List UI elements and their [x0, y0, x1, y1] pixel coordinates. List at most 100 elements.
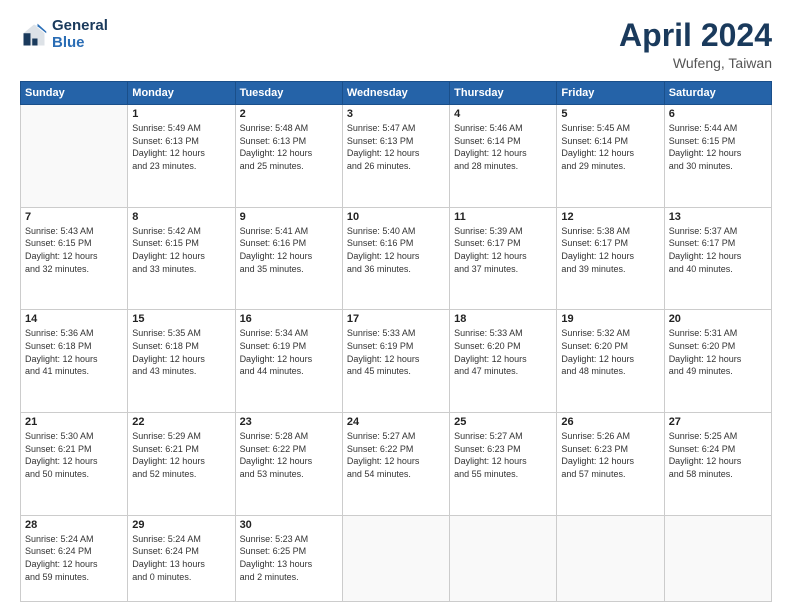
day-number: 4: [454, 108, 552, 120]
calendar-cell: 22 Sunrise: 5:29 AM Sunset: 6:21 PM Dayli…: [128, 413, 235, 516]
day-info: Sunrise: 5:25 AM Sunset: 6:24 PM Dayligh…: [669, 430, 767, 480]
day-info: Sunrise: 5:37 AM Sunset: 6:17 PM Dayligh…: [669, 225, 767, 275]
day-number: 20: [669, 313, 767, 325]
calendar-cell: 18 Sunrise: 5:33 AM Sunset: 6:20 PM Dayli…: [450, 310, 557, 413]
day-number: 10: [347, 211, 445, 223]
day-number: 26: [561, 416, 659, 428]
day-info: Sunrise: 5:36 AM Sunset: 6:18 PM Dayligh…: [25, 327, 123, 377]
day-number: 24: [347, 416, 445, 428]
day-info: Sunrise: 5:43 AM Sunset: 6:15 PM Dayligh…: [25, 225, 123, 275]
month-title: April 2024: [619, 18, 772, 53]
calendar-cell: 1 Sunrise: 5:49 AM Sunset: 6:13 PM Daylig…: [128, 105, 235, 208]
calendar-cell: 25 Sunrise: 5:27 AM Sunset: 6:23 PM Dayli…: [450, 413, 557, 516]
logo-icon: [20, 21, 48, 49]
day-info: Sunrise: 5:39 AM Sunset: 6:17 PM Dayligh…: [454, 225, 552, 275]
logo-line1: General: [52, 17, 108, 34]
day-number: 16: [240, 313, 338, 325]
day-info: Sunrise: 5:24 AM Sunset: 6:24 PM Dayligh…: [25, 533, 123, 583]
calendar-cell: 12 Sunrise: 5:38 AM Sunset: 6:17 PM Dayli…: [557, 207, 664, 310]
weekday-header: Saturday: [664, 82, 771, 105]
calendar-cell: 16 Sunrise: 5:34 AM Sunset: 6:19 PM Dayli…: [235, 310, 342, 413]
day-info: Sunrise: 5:44 AM Sunset: 6:15 PM Dayligh…: [669, 122, 767, 172]
day-number: 22: [132, 416, 230, 428]
calendar-cell: 3Sunrise: 5:47 AM Sunset: 6:13 PM Daylig…: [342, 105, 449, 208]
day-number: 9: [240, 211, 338, 223]
day-info: Sunrise: 5:48 AM Sunset: 6:13 PM Dayligh…: [240, 122, 338, 172]
logo-line2: Blue: [52, 34, 85, 51]
day-number: 21: [25, 416, 123, 428]
day-number: 5: [561, 108, 659, 120]
day-number: 7: [25, 211, 123, 223]
calendar-table: SundayMondayTuesdayWednesdayThursdayFrid…: [20, 81, 772, 602]
calendar-cell: 10 Sunrise: 5:40 AM Sunset: 6:16 PM Dayli…: [342, 207, 449, 310]
day-info: Sunrise: 5:27 AM Sunset: 6:23 PM Dayligh…: [454, 430, 552, 480]
calendar-cell: 4 Sunrise: 5:46 AM Sunset: 6:14 PM Daylig…: [450, 105, 557, 208]
calendar-cell: 20 Sunrise: 5:31 AM Sunset: 6:20 PM Dayli…: [664, 310, 771, 413]
weekday-header: Monday: [128, 82, 235, 105]
calendar-cell: 17 Sunrise: 5:33 AM Sunset: 6:19 PM Dayli…: [342, 310, 449, 413]
day-info: Sunrise: 5:23 AM Sunset: 6:25 PM Dayligh…: [240, 533, 338, 583]
day-number: 14: [25, 313, 123, 325]
calendar-cell: 27Sunrise: 5:25 AM Sunset: 6:24 PM Dayli…: [664, 413, 771, 516]
calendar-cell: 14 Sunrise: 5:36 AM Sunset: 6:18 PM Dayli…: [21, 310, 128, 413]
day-number: 29: [132, 519, 230, 531]
logo: General Blue: [20, 18, 108, 51]
day-number: 3: [347, 108, 445, 120]
day-info: Sunrise: 5:32 AM Sunset: 6:20 PM Dayligh…: [561, 327, 659, 377]
calendar-cell: 30 Sunrise: 5:23 AM Sunset: 6:25 PM Dayli…: [235, 515, 342, 601]
day-number: 2: [240, 108, 338, 120]
day-number: 12: [561, 211, 659, 223]
day-info: Sunrise: 5:33 AM Sunset: 6:19 PM Dayligh…: [347, 327, 445, 377]
day-info: Sunrise: 5:35 AM Sunset: 6:18 PM Dayligh…: [132, 327, 230, 377]
calendar-cell: 13 Sunrise: 5:37 AM Sunset: 6:17 PM Dayli…: [664, 207, 771, 310]
calendar-cell: 6 Sunrise: 5:44 AM Sunset: 6:15 PM Daylig…: [664, 105, 771, 208]
day-info: Sunrise: 5:34 AM Sunset: 6:19 PM Dayligh…: [240, 327, 338, 377]
day-number: 17: [347, 313, 445, 325]
weekday-header: Wednesday: [342, 82, 449, 105]
day-number: 13: [669, 211, 767, 223]
calendar-cell: 21Sunrise: 5:30 AM Sunset: 6:21 PM Dayli…: [21, 413, 128, 516]
calendar-cell: 2 Sunrise: 5:48 AM Sunset: 6:13 PM Daylig…: [235, 105, 342, 208]
day-info: Sunrise: 5:46 AM Sunset: 6:14 PM Dayligh…: [454, 122, 552, 172]
calendar-cell: 19 Sunrise: 5:32 AM Sunset: 6:20 PM Dayli…: [557, 310, 664, 413]
day-info: Sunrise: 5:24 AM Sunset: 6:24 PM Dayligh…: [132, 533, 230, 583]
calendar-cell: 5 Sunrise: 5:45 AM Sunset: 6:14 PM Daylig…: [557, 105, 664, 208]
day-number: 6: [669, 108, 767, 120]
day-info: Sunrise: 5:27 AM Sunset: 6:22 PM Dayligh…: [347, 430, 445, 480]
calendar-cell: [450, 515, 557, 601]
day-info: Sunrise: 5:49 AM Sunset: 6:13 PM Dayligh…: [132, 122, 230, 172]
page: General Blue April 2024 Wufeng, Taiwan S…: [0, 0, 792, 612]
calendar-cell: [557, 515, 664, 601]
calendar-cell: [664, 515, 771, 601]
day-info: Sunrise: 5:33 AM Sunset: 6:20 PM Dayligh…: [454, 327, 552, 377]
day-info: Sunrise: 5:45 AM Sunset: 6:14 PM Dayligh…: [561, 122, 659, 172]
logo-text: General Blue: [52, 18, 108, 51]
day-info: Sunrise: 5:38 AM Sunset: 6:17 PM Dayligh…: [561, 225, 659, 275]
calendar-cell: [21, 105, 128, 208]
day-info: Sunrise: 5:40 AM Sunset: 6:16 PM Dayligh…: [347, 225, 445, 275]
day-info: Sunrise: 5:29 AM Sunset: 6:21 PM Dayligh…: [132, 430, 230, 480]
calendar-header: SundayMondayTuesdayWednesdayThursdayFrid…: [21, 82, 772, 105]
calendar-cell: 9Sunrise: 5:41 AM Sunset: 6:16 PM Daylig…: [235, 207, 342, 310]
calendar-cell: 29 Sunrise: 5:24 AM Sunset: 6:24 PM Dayli…: [128, 515, 235, 601]
header: General Blue April 2024 Wufeng, Taiwan: [20, 18, 772, 71]
calendar-cell: 26 Sunrise: 5:26 AM Sunset: 6:23 PM Dayli…: [557, 413, 664, 516]
calendar-body: 1 Sunrise: 5:49 AM Sunset: 6:13 PM Daylig…: [21, 105, 772, 602]
day-number: 15: [132, 313, 230, 325]
day-info: Sunrise: 5:26 AM Sunset: 6:23 PM Dayligh…: [561, 430, 659, 480]
calendar-cell: 24 Sunrise: 5:27 AM Sunset: 6:22 PM Dayli…: [342, 413, 449, 516]
day-number: 18: [454, 313, 552, 325]
location: Wufeng, Taiwan: [619, 55, 772, 71]
day-number: 30: [240, 519, 338, 531]
day-info: Sunrise: 5:31 AM Sunset: 6:20 PM Dayligh…: [669, 327, 767, 377]
weekday-header: Friday: [557, 82, 664, 105]
day-number: 11: [454, 211, 552, 223]
calendar-cell: 28Sunrise: 5:24 AM Sunset: 6:24 PM Dayli…: [21, 515, 128, 601]
calendar-cell: [342, 515, 449, 601]
day-number: 1: [132, 108, 230, 120]
day-number: 25: [454, 416, 552, 428]
day-number: 23: [240, 416, 338, 428]
calendar-cell: 8Sunrise: 5:42 AM Sunset: 6:15 PM Daylig…: [128, 207, 235, 310]
day-number: 19: [561, 313, 659, 325]
day-number: 8: [132, 211, 230, 223]
